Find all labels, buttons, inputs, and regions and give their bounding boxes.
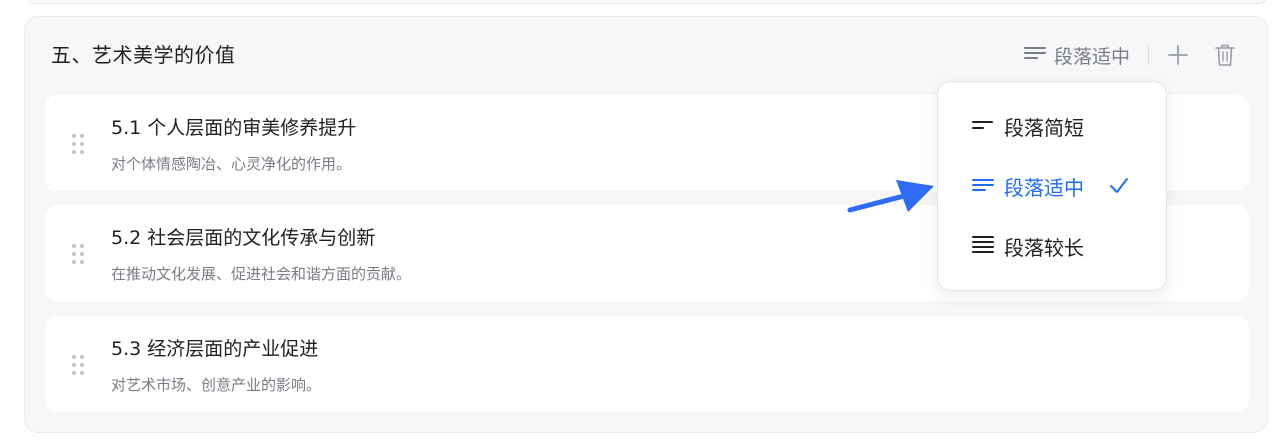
- check-icon: [1108, 175, 1130, 201]
- short-lines-icon: [972, 114, 994, 138]
- long-lines-icon: [972, 234, 994, 258]
- option-short[interactable]: 段落简短: [972, 109, 1084, 143]
- medium-lines-icon: [1023, 44, 1046, 66]
- item-title: 5.2 社会层面的文化传承与创新: [111, 227, 376, 249]
- paragraph-length-button[interactable]: 段落适中: [1023, 42, 1130, 69]
- item-description: 对艺术市场、创意产业的影响。: [111, 376, 322, 394]
- option-medium[interactable]: 段落适中: [972, 169, 1084, 203]
- trash-icon[interactable]: [1215, 43, 1235, 67]
- section-toolbar: 段落适中: [1023, 39, 1235, 71]
- drag-handle-icon[interactable]: [71, 243, 85, 265]
- option-long[interactable]: 段落较长: [972, 229, 1084, 263]
- option-label: 段落较长: [1004, 235, 1084, 260]
- drag-handle-icon[interactable]: [71, 354, 85, 376]
- item-title: 5.1 个人层面的审美修养提升: [111, 117, 357, 139]
- paragraph-length-label: 段落适中: [1053, 45, 1130, 68]
- option-label: 段落简短: [1004, 115, 1084, 140]
- section-title: 五、艺术美学的价值: [51, 43, 236, 67]
- paragraph-length-dropdown: 段落简短 段落适中 段落较长: [937, 81, 1167, 291]
- pointer-arrow-icon: [847, 180, 934, 213]
- medium-lines-icon: [972, 174, 994, 198]
- item-description: 在推动文化发展、促进社会和谐方面的贡献。: [111, 265, 412, 283]
- list-item[interactable]: 5.3 经济层面的产业促进 对艺术市场、创意产业的影响。: [45, 316, 1249, 412]
- previous-section-card: [24, 0, 1270, 4]
- add-icon[interactable]: [1167, 44, 1189, 66]
- item-title: 5.3 经济层面的产业促进: [111, 338, 319, 360]
- item-description: 对个体情感陶冶、心灵净化的作用。: [111, 155, 352, 173]
- option-label: 段落适中: [1004, 175, 1084, 200]
- toolbar-divider: [1148, 45, 1149, 65]
- drag-handle-icon[interactable]: [71, 133, 85, 155]
